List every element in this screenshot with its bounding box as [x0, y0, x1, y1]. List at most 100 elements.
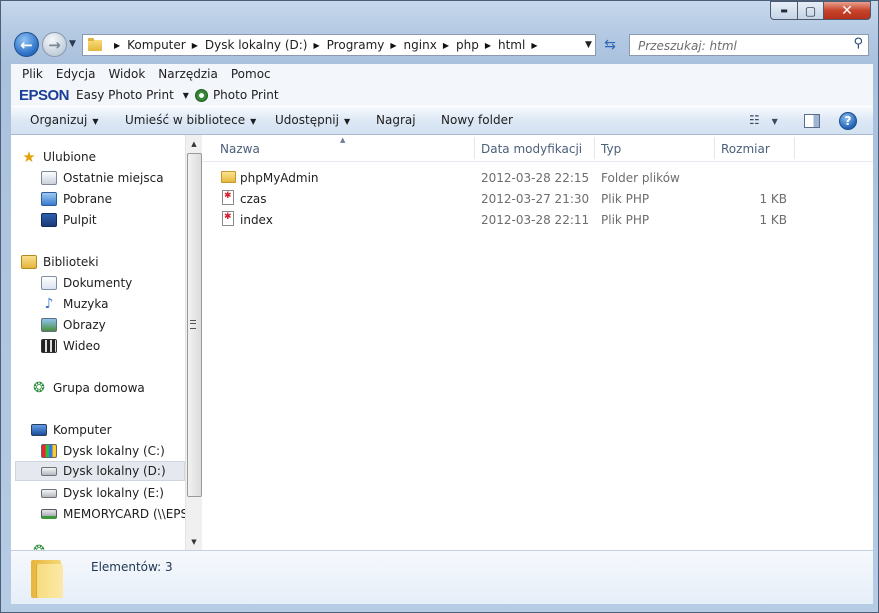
sidebar-item-drive-c[interactable]: Dysk lokalny (C:)	[41, 441, 165, 461]
share-button[interactable]: Udostępnij ▼	[275, 113, 350, 127]
table-row[interactable]: index 2012-03-28 22:11 Plik PHP 1 KB	[218, 210, 868, 231]
sidebar-item-music[interactable]: ♪ Muzyka	[41, 294, 109, 314]
column-size[interactable]: Rozmiar	[721, 142, 770, 156]
menu-help[interactable]: Pomoc	[231, 67, 271, 81]
preview-pane-icon[interactable]	[804, 114, 820, 128]
address-bar[interactable]: ▶ Komputer ▶ Dysk lokalny (D:) ▶ Program…	[82, 34, 596, 56]
column-separator[interactable]	[594, 137, 595, 159]
star-icon: ★	[22, 148, 36, 166]
homegroup-icon: ❂	[33, 380, 45, 396]
column-type[interactable]: Typ	[601, 142, 621, 156]
new-folder-button[interactable]: Nowy folder	[441, 113, 513, 127]
sort-ascending-icon: ▲	[340, 136, 346, 144]
sidebar-item-computer[interactable]: Komputer	[31, 420, 112, 440]
sidebar-item-pictures[interactable]: Obrazy	[41, 315, 106, 335]
chevron-right-icon[interactable]: ▶	[443, 41, 449, 50]
chevron-right-icon[interactable]: ▶	[531, 41, 537, 50]
php-file-icon	[222, 211, 234, 226]
breadcrumb-drive-d[interactable]: Dysk lokalny (D:)	[205, 38, 308, 52]
file-name: phpMyAdmin	[240, 171, 319, 185]
add-to-library-button[interactable]: Umieść w bibliotece ▼	[125, 113, 256, 127]
menu-file[interactable]: Plik	[22, 67, 43, 81]
desktop-icon	[41, 213, 57, 227]
burn-button[interactable]: Nagraj	[376, 113, 416, 127]
breadcrumb-programy[interactable]: Programy	[327, 38, 385, 52]
chevron-down-icon: ▼	[771, 117, 778, 126]
breadcrumb-komputer[interactable]: Komputer	[127, 38, 186, 52]
sidebar-label: Pobrane	[63, 192, 113, 206]
file-type: Plik PHP	[601, 192, 650, 206]
column-separator[interactable]	[474, 137, 475, 159]
sidebar-label: Biblioteki	[43, 255, 99, 269]
downloads-icon	[41, 192, 57, 206]
forward-arrow-icon: →	[48, 35, 61, 54]
menu-view[interactable]: Widok	[108, 67, 145, 81]
chevron-right-icon[interactable]: ▶	[314, 41, 320, 50]
add-to-library-label: Umieść w bibliotece	[125, 113, 246, 127]
sidebar-item-drive-e[interactable]: Dysk lokalny (E:)	[41, 483, 164, 503]
breadcrumb-html[interactable]: html	[498, 38, 525, 52]
search-box[interactable]: ⚲	[629, 34, 869, 56]
chevron-right-icon[interactable]: ▶	[192, 41, 198, 50]
file-name: czas	[240, 192, 267, 206]
organize-button[interactable]: Organizuj ▼	[30, 113, 98, 127]
sidebar-label: Dysk lokalny (C:)	[63, 444, 165, 458]
menu-edit[interactable]: Edycja	[56, 67, 96, 81]
breadcrumb-php[interactable]: php	[456, 38, 479, 52]
maximize-icon: ▢	[804, 3, 817, 18]
back-button[interactable]: ←	[14, 32, 39, 57]
photo-print-button[interactable]: Photo Print	[213, 88, 279, 102]
sidebar-item-libraries[interactable]: Biblioteki	[21, 252, 99, 272]
organize-label: Organizuj	[30, 113, 88, 127]
easy-photo-print-button[interactable]: Easy Photo Print	[76, 88, 174, 102]
chevron-right-icon[interactable]: ▶	[114, 41, 120, 50]
menu-tools[interactable]: Narzędzia	[158, 67, 218, 81]
search-icon[interactable]: ⚲	[853, 36, 863, 51]
sidebar-item-memorycard[interactable]: MEMORYCARD (\\EPSON	[41, 504, 185, 524]
refresh-button[interactable]: ⇆	[599, 34, 621, 56]
title-bar: ▬ ▢ ✕	[1, 1, 878, 29]
sidebar-item-drive-d[interactable]: Dysk lokalny (D:)	[15, 461, 185, 481]
navigation-scrollbar[interactable]: ▲ ▼	[185, 135, 202, 550]
sidebar-item-network[interactable]: ❂	[31, 541, 53, 550]
sidebar-item-videos[interactable]: Wideo	[41, 336, 100, 356]
sidebar-item-homegroup[interactable]: ❂ Grupa domowa	[31, 378, 145, 398]
sidebar-item-documents[interactable]: Dokumenty	[41, 273, 132, 293]
file-list: ▲ Nazwa Data modyfikacji Typ Rozmiar php…	[202, 135, 873, 550]
sidebar-label: Wideo	[63, 339, 101, 353]
php-file-icon	[222, 190, 234, 205]
close-icon: ✕	[841, 2, 853, 19]
column-separator[interactable]	[714, 137, 715, 159]
file-modified: 2012-03-28 22:15	[481, 171, 590, 185]
forward-button[interactable]: →	[42, 32, 67, 57]
scroll-up-icon[interactable]: ▲	[186, 135, 202, 152]
view-options-button[interactable]: ☷ ▼	[749, 113, 778, 127]
minimize-button[interactable]: ▬	[770, 1, 798, 20]
sidebar-item-downloads[interactable]: Pobrane	[41, 189, 112, 209]
command-bar: Organizuj ▼ Umieść w bibliotece ▼ Udostępn…	[11, 106, 873, 135]
file-size: 1 KB	[759, 192, 787, 206]
help-icon[interactable]: ?	[839, 112, 857, 130]
breadcrumb-nginx[interactable]: nginx	[404, 38, 437, 52]
sidebar-item-recent-places[interactable]: Ostatnie miejsca	[41, 168, 164, 188]
sidebar-label: MEMORYCARD (\\EPSON	[63, 507, 185, 521]
scroll-down-icon[interactable]: ▼	[186, 533, 202, 550]
search-input[interactable]	[636, 36, 845, 56]
chevron-right-icon[interactable]: ▶	[390, 41, 396, 50]
sidebar-item-desktop[interactable]: Pulpit	[41, 210, 97, 230]
chevron-down-icon[interactable]: ▼	[183, 91, 189, 100]
refresh-icon: ⇆	[604, 37, 616, 53]
table-row[interactable]: czas 2012-03-27 21:30 Plik PHP 1 KB	[218, 189, 868, 210]
address-dropdown-icon[interactable]: ▼	[585, 40, 592, 50]
maximize-button[interactable]: ▢	[797, 1, 824, 20]
column-separator[interactable]	[794, 137, 795, 159]
column-modified[interactable]: Data modyfikacji	[481, 142, 582, 156]
close-button[interactable]: ✕	[823, 1, 871, 20]
recent-pages-dropdown[interactable]: ▼	[69, 39, 76, 49]
column-name[interactable]: Nazwa	[220, 142, 260, 156]
sidebar-item-favorites[interactable]: ★ Ulubione	[21, 147, 96, 167]
table-row[interactable]: phpMyAdmin 2012-03-28 22:15 Folder plikó…	[218, 168, 868, 189]
videos-icon	[41, 339, 57, 353]
explorer-window: ▬ ▢ ✕ ← → ▼ ▶ Komputer ▶ Dysk lokalny (D…	[0, 0, 879, 613]
chevron-right-icon[interactable]: ▶	[485, 41, 491, 50]
